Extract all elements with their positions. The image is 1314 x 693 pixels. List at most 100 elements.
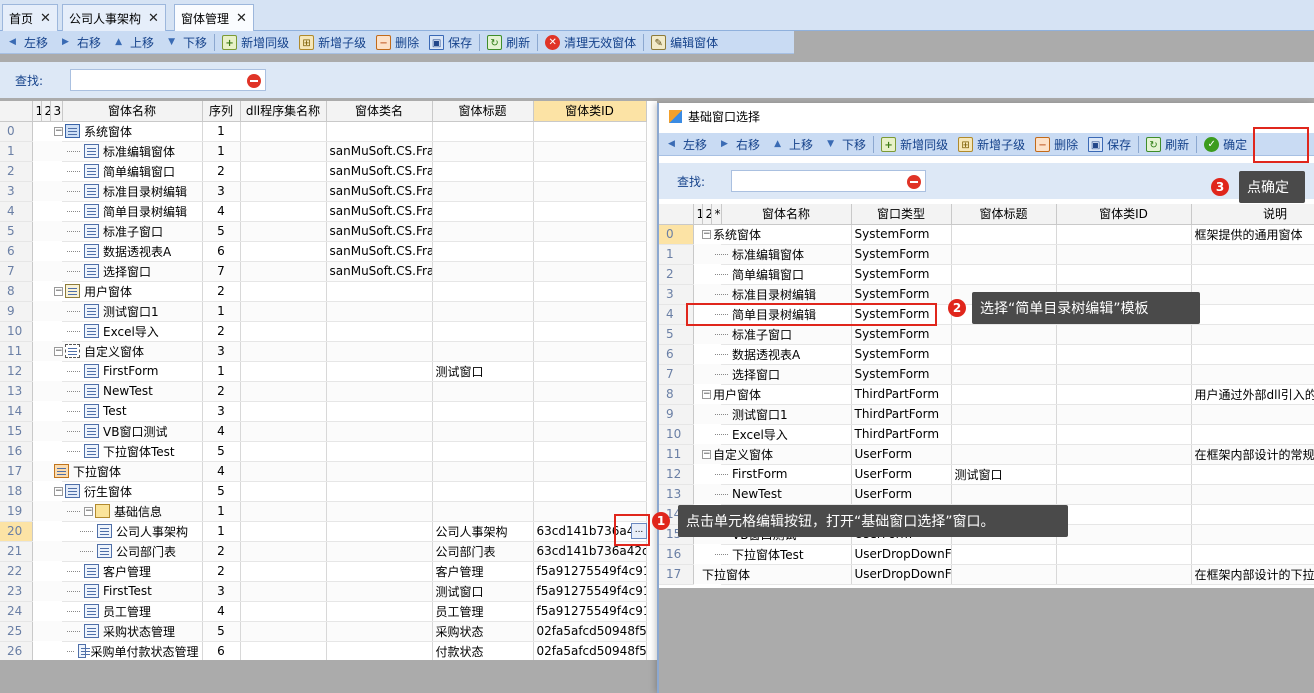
name-cell[interactable]: 数据透视表A: [62, 241, 203, 262]
name-cell[interactable]: − 自定义窗体: [702, 444, 852, 465]
class-cell[interactable]: sanMuSoft.CS.Fra: [326, 201, 433, 222]
name-cell[interactable]: FirstForm: [715, 464, 852, 485]
dll-cell[interactable]: [240, 301, 327, 322]
dll-cell[interactable]: [240, 341, 327, 362]
typeid-cell[interactable]: [533, 461, 647, 482]
wtype-cell[interactable]: SystemForm: [851, 344, 952, 365]
dll-cell[interactable]: [240, 401, 327, 422]
title-cell[interactable]: [432, 121, 534, 142]
name-cell[interactable]: 测试窗口1: [62, 301, 203, 322]
desc-cell[interactable]: 在框架内部设计的常规: [1191, 444, 1314, 465]
typeid-cell[interactable]: f5a91275549f4c91a: [533, 601, 647, 622]
table-row[interactable]: 25 采购状态管理 5 采购状态 02fa5afcd50948f59: [0, 621, 647, 642]
column-header-title[interactable]: 窗体标题: [432, 101, 534, 122]
typeid-cell[interactable]: f5a91275549f4c91a: [533, 561, 647, 582]
title-cell[interactable]: [951, 384, 1057, 405]
close-icon[interactable]: ✕: [40, 11, 51, 26]
collapse-icon[interactable]: −: [54, 286, 63, 296]
column-header-wtype[interactable]: 窗口类型: [851, 204, 952, 225]
name-cell[interactable]: NewTest: [715, 484, 852, 505]
table-row[interactable]: 5 标准子窗口 SystemForm: [659, 324, 1314, 345]
typeid-cell[interactable]: [1056, 524, 1192, 545]
dll-cell[interactable]: [240, 541, 327, 562]
dll-cell[interactable]: [240, 201, 327, 222]
collapse-icon[interactable]: −: [84, 506, 93, 516]
typeid-cell[interactable]: [1056, 224, 1192, 245]
typeid-cell[interactable]: 02fa5afcd50948f59: [533, 621, 647, 642]
class-cell[interactable]: [326, 461, 433, 482]
typeid-cell[interactable]: [1056, 404, 1192, 425]
seq-cell[interactable]: 3: [202, 341, 241, 362]
wtype-cell[interactable]: SystemForm: [851, 224, 952, 245]
seq-cell[interactable]: 5: [202, 221, 241, 242]
name-cell[interactable]: Excel导入: [62, 321, 203, 342]
table-row[interactable]: 7 选择窗口 SystemForm: [659, 364, 1314, 385]
seq-cell[interactable]: 3: [202, 581, 241, 602]
seq-cell[interactable]: 4: [202, 601, 241, 622]
table-row[interactable]: 22 客户管理 2 客户管理 f5a91275549f4c91a: [0, 561, 647, 582]
class-cell[interactable]: sanMuSoft.CS.Fra: [326, 241, 433, 262]
class-cell[interactable]: [326, 501, 433, 522]
table-row[interactable]: 13 NewTest UserForm: [659, 484, 1314, 505]
dll-cell[interactable]: [240, 461, 327, 482]
dll-cell[interactable]: [240, 141, 327, 162]
tab-home[interactable]: 首页 ✕: [2, 4, 58, 31]
typeid-cell[interactable]: [1056, 324, 1192, 345]
title-cell[interactable]: [951, 244, 1057, 265]
table-row[interactable]: 6 数据透视表A SystemForm: [659, 344, 1314, 365]
name-cell[interactable]: 下拉窗体: [702, 564, 852, 585]
dll-cell[interactable]: [240, 481, 327, 502]
tab-org[interactable]: 公司人事架构 ✕: [62, 4, 166, 31]
move-up-button[interactable]: ▲ 上移: [106, 32, 159, 53]
desc-cell[interactable]: [1191, 244, 1314, 265]
table-row[interactable]: 0 − 系统窗体 1: [0, 121, 647, 142]
dll-cell[interactable]: [240, 521, 327, 542]
desc-cell[interactable]: [1191, 324, 1314, 345]
wtype-cell[interactable]: UserForm: [851, 444, 952, 465]
name-cell[interactable]: FirstForm: [62, 361, 203, 382]
desc-cell[interactable]: [1191, 284, 1314, 305]
typeid-cell[interactable]: [533, 301, 647, 322]
title-cell[interactable]: 公司部门表: [432, 541, 534, 562]
class-cell[interactable]: [326, 381, 433, 402]
table-row[interactable]: 11 − 自定义窗体 3: [0, 341, 647, 362]
class-cell[interactable]: [326, 561, 433, 582]
column-header-typeid[interactable]: 窗体类ID: [533, 101, 647, 122]
dll-cell[interactable]: [240, 241, 327, 262]
seq-cell[interactable]: 3: [202, 401, 241, 422]
name-cell[interactable]: 公司部门表: [62, 541, 203, 562]
move-right-button[interactable]: ▶ 右移: [53, 32, 106, 53]
name-cell[interactable]: 简单目录树编辑: [62, 201, 203, 222]
table-row[interactable]: 16 下拉窗体Test 5: [0, 441, 647, 462]
edit-form-button[interactable]: ✎ 编辑窗体: [646, 32, 723, 53]
class-cell[interactable]: sanMuSoft.CS.Fra: [326, 261, 433, 282]
collapse-icon[interactable]: −: [702, 229, 711, 239]
title-cell[interactable]: 测试窗口: [951, 464, 1057, 485]
typeid-cell[interactable]: [1056, 504, 1192, 525]
name-cell[interactable]: NewTest: [62, 381, 203, 402]
clear-search-icon[interactable]: [907, 175, 921, 189]
desc-cell[interactable]: [1191, 264, 1314, 285]
name-cell[interactable]: − 衍生窗体: [54, 481, 203, 502]
seq-cell[interactable]: 7: [202, 261, 241, 282]
title-cell[interactable]: [432, 181, 534, 202]
name-cell[interactable]: 标准编辑窗体: [715, 244, 852, 265]
wtype-cell[interactable]: ThirdPartForm: [851, 424, 952, 445]
dll-cell[interactable]: [240, 281, 327, 302]
typeid-cell[interactable]: [533, 161, 647, 182]
typeid-cell[interactable]: [533, 241, 647, 262]
table-row[interactable]: 1 标准编辑窗体 SystemForm: [659, 244, 1314, 265]
class-cell[interactable]: [326, 281, 433, 302]
desc-cell[interactable]: [1191, 404, 1314, 425]
typeid-cell[interactable]: [1056, 444, 1192, 465]
title-cell[interactable]: [951, 484, 1057, 505]
table-row[interactable]: 2 简单编辑窗口 SystemForm: [659, 264, 1314, 285]
save-button[interactable]: ▣ 保存: [424, 32, 477, 53]
table-row[interactable]: 10 Excel导入 ThirdPartForm: [659, 424, 1314, 445]
table-row[interactable]: 1 标准编辑窗体 1 sanMuSoft.CS.Fra: [0, 141, 647, 162]
class-cell[interactable]: [326, 601, 433, 622]
dll-cell[interactable]: [240, 441, 327, 462]
title-cell[interactable]: [432, 281, 534, 302]
dll-cell[interactable]: [240, 181, 327, 202]
typeid-cell[interactable]: [533, 381, 647, 402]
